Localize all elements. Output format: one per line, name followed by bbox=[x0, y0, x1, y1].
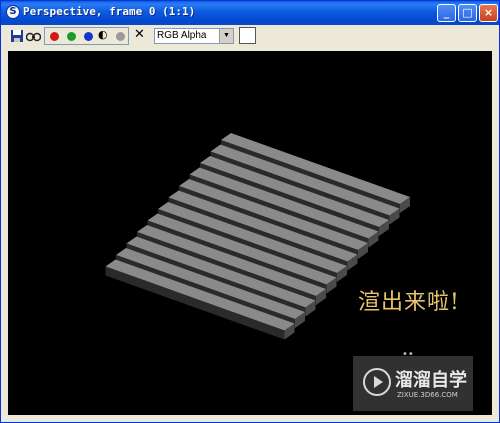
background-color-swatch[interactable] bbox=[239, 27, 256, 44]
app-icon[interactable]: S bbox=[6, 5, 20, 19]
close-button[interactable]: × bbox=[479, 4, 498, 22]
caption-text: 渲出来啦! bbox=[358, 290, 460, 315]
render-window: S Perspective, frame 0 (1:1) _ □ × ◐ ✕ R… bbox=[0, 0, 500, 423]
title-bar[interactable]: S Perspective, frame 0 (1:1) _ □ × bbox=[1, 1, 499, 25]
green-channel-button[interactable] bbox=[67, 32, 76, 41]
chevron-down-icon[interactable]: ▼ bbox=[219, 29, 233, 43]
save-icon[interactable] bbox=[10, 28, 24, 44]
monochrome-icon[interactable]: ◐ bbox=[98, 28, 108, 41]
clone-icon[interactable] bbox=[26, 28, 41, 44]
red-channel-button[interactable] bbox=[50, 32, 59, 41]
blue-channel-button[interactable] bbox=[84, 32, 93, 41]
clear-icon[interactable]: ✕ bbox=[134, 27, 145, 42]
maximize-button[interactable]: □ bbox=[458, 4, 477, 22]
watermark-url: ZIXUE.3D66.COM bbox=[397, 391, 458, 399]
alpha-channel-button[interactable] bbox=[116, 32, 125, 41]
render-viewport: 渲出来啦! •• 溜溜自学 ZIXUE.3D66.COM bbox=[8, 51, 492, 415]
watermark: 溜溜自学 ZIXUE.3D66.COM bbox=[353, 356, 473, 411]
window-title: Perspective, frame 0 (1:1) bbox=[23, 5, 196, 18]
minimize-button[interactable]: _ bbox=[437, 4, 456, 22]
play-icon bbox=[363, 368, 391, 396]
channel-select[interactable]: RGB Alpha ▼ bbox=[154, 28, 234, 44]
channel-select-value: RGB Alpha bbox=[157, 30, 207, 41]
watermark-title: 溜溜自学 bbox=[395, 370, 467, 391]
